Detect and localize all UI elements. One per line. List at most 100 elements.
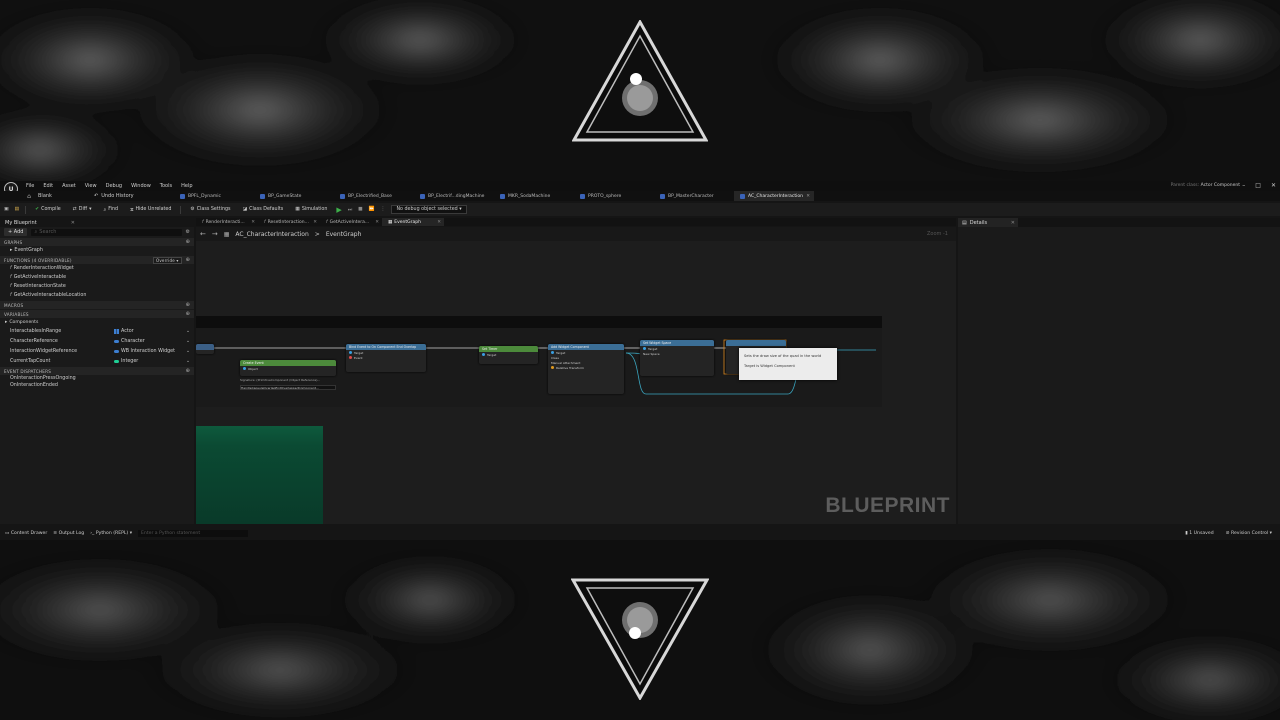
play-icon[interactable]: ▶ — [336, 206, 341, 214]
comment-box[interactable] — [196, 426, 323, 524]
chevron-down-icon[interactable]: ⌄ — [186, 359, 190, 364]
undo-history-button[interactable]: ↶ Undo History — [94, 193, 174, 199]
create-event-function-select[interactable]: HandleCapsuleOverlapEndOverlappedCompone… — [240, 385, 336, 390]
step-icon[interactable]: ⏭ — [348, 207, 352, 213]
dispatcher-item[interactable]: OnInteractionEnded — [0, 382, 194, 389]
revision-control-button[interactable]: ⊘ Revision Control ▾ — [1226, 531, 1272, 536]
override-dropdown[interactable]: Override ▾ — [153, 256, 182, 264]
graph-tab[interactable]: f ResetInteraction... ✕ — [258, 218, 320, 226]
functions-section-header[interactable]: FUNCTIONS (4 OVERRIDABLE) Override ▾ ⊕ — [0, 256, 194, 264]
menu-file[interactable]: File — [26, 183, 34, 189]
dispatcher-item[interactable]: OnInteractionPressOngoing — [0, 375, 194, 382]
diff-button[interactable]: ⇄ Diff ▾ — [70, 205, 95, 214]
chevron-down-icon[interactable]: ⌄ — [186, 329, 190, 334]
compile-button[interactable]: ✔ Compile — [32, 205, 64, 214]
event-node-partial[interactable] — [196, 344, 214, 354]
variable-item[interactable]: InteractionWidgetReference WB Interaction… — [0, 346, 194, 356]
graph-tab[interactable]: ▦ EventGraph ✕ — [382, 218, 444, 226]
variable-item[interactable]: CharacterReference Character ⌄ — [0, 336, 194, 346]
close-icon[interactable]: ✕ — [1271, 182, 1276, 189]
content-drawer-button[interactable]: ▭ Content Drawer — [5, 531, 47, 536]
frame-skip-icon[interactable]: ⏩ — [369, 207, 375, 212]
asset-tab[interactable]: AC_CharacterInteraction ✕ — [734, 191, 814, 201]
close-tab-icon[interactable]: ✕ — [437, 220, 441, 225]
variables-section-header[interactable]: VARIABLES ⊕ — [0, 310, 194, 318]
asset-tab[interactable]: BPFL_Dynamic — [174, 191, 254, 201]
menu-tools[interactable]: Tools — [160, 183, 172, 189]
variable-type-select[interactable]: WB Interaction Widget — [114, 349, 184, 354]
menu-view[interactable]: View — [85, 183, 97, 189]
add-dispatcher-icon[interactable]: ⊕ — [186, 368, 190, 374]
close-tab-icon[interactable]: ✕ — [71, 220, 75, 226]
project-name[interactable]: Blank — [38, 193, 88, 199]
variable-type-select[interactable]: Integer — [114, 359, 184, 364]
function-item[interactable]: f RenderInteractionWidget — [0, 264, 194, 273]
chevron-down-icon[interactable]: ⌄ — [186, 349, 190, 354]
macros-section-header[interactable]: MACROS ⊕ — [0, 301, 194, 309]
python-command-input[interactable]: Enter a Python statement — [138, 530, 249, 537]
set-timer-node[interactable]: Set Timer Target — [479, 346, 538, 364]
components-category[interactable]: ▸ Components — [0, 318, 194, 326]
asset-tab[interactable]: BP_GameState — [254, 191, 334, 201]
simulation-button[interactable]: ▦ Simulation — [292, 205, 330, 214]
set-widget-space-node[interactable]: Set Widget Space Target New Space — [640, 340, 714, 376]
graph-item-eventgraph[interactable]: ▸ EventGraph — [0, 246, 194, 255]
create-event-node[interactable]: Create Event Object — [240, 360, 336, 376]
menu-edit[interactable]: Edit — [43, 183, 53, 189]
graphs-section-header[interactable]: GRAPHS ⊕ — [0, 238, 194, 246]
back-arrow-icon[interactable]: ← — [200, 230, 206, 238]
add-button[interactable]: + Add — [4, 228, 28, 236]
graph-tab[interactable]: f RenderInteracti... ✕ — [196, 218, 258, 226]
close-tab-icon[interactable]: ✕ — [806, 194, 810, 199]
variable-item[interactable]: InteractablesInRange Actor ⌄ — [0, 326, 194, 336]
add-graph-icon[interactable]: ⊕ — [186, 239, 190, 245]
asset-tab[interactable]: MKR_SodaMachine — [494, 191, 574, 201]
function-item[interactable]: f GetActiveInteractable — [0, 273, 194, 282]
hide-unrelated-button[interactable]: ⧖ Hide Unrelated — [127, 205, 174, 214]
settings-gear-icon[interactable]: ⚙ — [186, 229, 190, 235]
more-options-icon[interactable]: ⋮ — [381, 207, 386, 212]
close-tab-icon[interactable]: ✕ — [251, 220, 255, 225]
close-tab-icon[interactable]: ✕ — [1011, 220, 1015, 226]
my-blueprint-tab[interactable]: My Blueprint ✕ — [0, 218, 194, 227]
menu-help[interactable]: Help — [181, 183, 192, 189]
menu-window[interactable]: Window — [131, 183, 151, 189]
save-icon[interactable]: ▣ — [4, 207, 9, 212]
event-dispatchers-section-header[interactable]: EVENT DISPATCHERS ⊕ — [0, 367, 194, 375]
add-widget-component-node[interactable]: Add Widget Component Target Class Manual… — [548, 344, 624, 394]
debug-object-select[interactable]: No debug object selected ▾ — [391, 205, 467, 214]
graph-canvas[interactable]: Bind Event to On Component End Overlap T… — [196, 241, 956, 524]
add-variable-icon[interactable]: ⊕ — [186, 311, 190, 317]
breadcrumb-root[interactable]: AC_CharacterInteraction — [235, 231, 308, 238]
details-tab[interactable]: ▤ Details ✕ — [958, 218, 1018, 227]
minimize-icon[interactable]: – — [1242, 182, 1245, 189]
add-macro-icon[interactable]: ⊕ — [186, 302, 190, 308]
close-tab-icon[interactable]: ✕ — [313, 220, 317, 225]
asset-tab[interactable]: PROTO_sphere — [574, 191, 654, 201]
menu-asset[interactable]: Asset — [62, 183, 76, 189]
forward-arrow-icon[interactable]: → — [212, 230, 218, 238]
menu-debug[interactable]: Debug — [106, 183, 122, 189]
close-tab-icon[interactable]: ✕ — [375, 220, 379, 225]
find-button[interactable]: ⌕ Find — [101, 205, 122, 214]
asset-tab[interactable]: BP_MasterCharacter — [654, 191, 734, 201]
python-repl-select[interactable]: ›_ Python (REPL) ▾ — [90, 531, 132, 536]
variable-type-select[interactable]: Character — [114, 339, 184, 344]
parent-class-value[interactable]: Actor Component — [1201, 183, 1240, 188]
stop-icon[interactable]: ■ — [358, 207, 363, 212]
breadcrumb-leaf[interactable]: EventGraph — [326, 231, 362, 238]
output-log-button[interactable]: ≡ Output Log — [53, 531, 84, 536]
browse-icon[interactable]: ▤ — [15, 207, 20, 212]
graph-tab[interactable]: f GetActiveIntera... ✕ — [320, 218, 382, 226]
chevron-down-icon[interactable]: ⌄ — [186, 339, 190, 344]
asset-tab[interactable]: BP_Electrified_Base — [334, 191, 414, 201]
add-function-icon[interactable]: ⊕ — [186, 257, 190, 263]
class-settings-button[interactable]: ⚙ Class Settings — [187, 205, 233, 214]
variable-type-select[interactable]: Actor — [114, 328, 184, 334]
variable-item[interactable]: CurrentTapCount Integer ⌄ — [0, 356, 194, 366]
maximize-icon[interactable]: □ — [1255, 182, 1261, 189]
asset-tab[interactable]: BP_Electrif...dingMachine — [414, 191, 494, 201]
home-icon[interactable]: ⌂ — [24, 193, 34, 200]
function-item[interactable]: f GetActiveInteractableLocation — [0, 291, 194, 300]
bind-event-node[interactable]: Bind Event to On Component End Overlap T… — [346, 344, 426, 372]
